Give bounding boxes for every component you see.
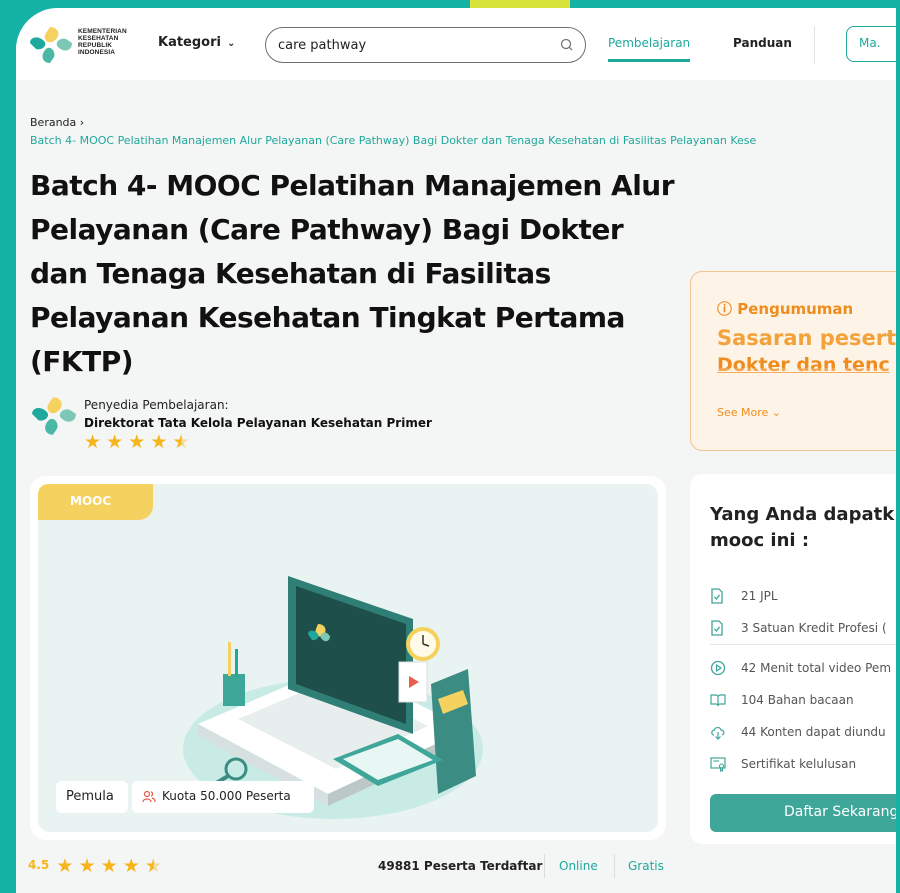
see-more-link[interactable]: See More ⌄ [717,406,781,419]
users-icon [142,790,156,803]
divider [544,854,545,878]
search-input[interactable] [278,36,548,54]
course-rating: 4.5 ★ ★ ★ ★ ★ [28,856,162,876]
star-icon: ★ [128,431,146,453]
kategori-label: Kategori [158,35,221,50]
level-pill: Pemula [56,781,128,813]
star-icon: ★ [78,855,96,877]
register-button[interactable]: Daftar Sekarang [710,794,896,832]
star-icon: ★ [100,855,118,877]
star-icon: ★ [84,431,102,453]
document-check-icon [711,620,723,636]
rating-value: 4.5 [28,858,50,872]
download-cloud-icon [711,726,725,740]
half-star-icon: ★ [172,431,190,453]
announcement-card: ⓘ Pengumuman Sasaran pesertc Dokter dan … [690,271,896,451]
active-tab-indicator [608,59,690,62]
star-icon: ★ [56,855,74,877]
provider-rating-stars: ★ ★ ★ ★ ★ [84,432,190,452]
breadcrumb-home[interactable]: Beranda › [30,116,84,129]
quota-pill: Kuota 50.000 Peserta [132,781,314,813]
laptop-illustration [183,576,483,819]
top-navbar: KEMENTERIAN KESEHATAN REPUBLIK INDONESIA… [16,8,896,80]
benefits-card: Yang Anda dapatk mooc ini : 21 JPL 3 Sat… [690,474,896,844]
kemenkes-logo[interactable] [28,25,74,65]
participants-count: 49881 Peserta Terdaftar [378,859,543,873]
search-box[interactable] [265,27,586,63]
course-title: Batch 4- MOOC Pelatihan Manajemen Alur P… [30,169,675,378]
course-illustration [38,484,658,832]
quota-text: Kuota 50.000 Peserta [162,789,291,803]
star-icon: ★ [122,855,140,877]
benefit-divider [710,644,896,645]
document-check-icon [711,588,723,604]
chevron-down-icon: ⌄ [226,38,236,49]
certificate-icon [710,757,726,772]
kategori-dropdown[interactable]: Kategori ⌄ [158,35,235,50]
star-icon: ★ [150,431,168,453]
play-circle-icon [710,660,726,676]
mooc-badge: MOOC [38,484,153,520]
delivery-mode: Online [559,859,598,873]
nav-divider [814,26,815,64]
provider-logo [32,397,76,435]
provider-name[interactable]: Direktorat Tata Kelola Pelayanan Kesehat… [84,416,432,430]
breadcrumb-current: Batch 4- MOOC Pelatihan Manajemen Alur P… [30,134,757,147]
fade-overlay [691,368,896,398]
announcement-line-1: Sasaran pesertc [717,326,896,350]
divider [614,854,615,878]
search-icon[interactable] [559,37,575,53]
login-button[interactable]: Ma. [846,26,896,62]
star-icon: ★ [106,431,124,453]
announcement-title: ⓘ Pengumuman [717,300,854,318]
provider-label: Penyedia Pembelajaran: [84,398,229,412]
nav-pembelajaran[interactable]: Pembelajaran [608,36,690,50]
page: KEMENTERIAN KESEHATAN REPUBLIK INDONESIA… [16,8,896,893]
benefits-title: Yang Anda dapatk mooc ini : [710,504,895,551]
price-label: Gratis [628,859,664,873]
half-star-icon: ★ [144,855,162,877]
book-open-icon [710,694,726,707]
ministry-name: KEMENTERIAN KESEHATAN REPUBLIK INDONESIA [78,28,127,56]
nav-panduan[interactable]: Panduan [733,36,792,50]
